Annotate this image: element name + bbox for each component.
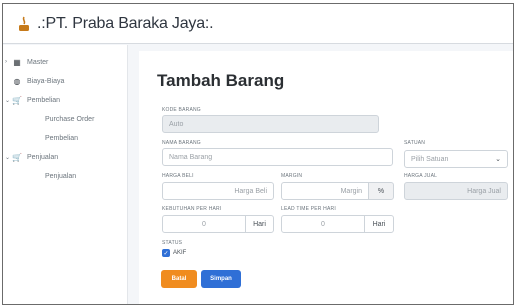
margin-input[interactable]: Margin <box>281 182 369 200</box>
satuan-selected-value: Pilih Satuan <box>411 155 449 163</box>
lead-time-input[interactable]: 0 <box>281 215 365 233</box>
sidebar-item-label: Master <box>27 58 49 66</box>
nama-barang-input[interactable]: Nama Barang <box>162 148 393 166</box>
percent-addon: % <box>368 182 394 200</box>
sidebar-item-label: Penjualan <box>27 153 59 161</box>
form-card: Tambah Barang KODE BARANG Auto NAMA BARA… <box>139 51 513 304</box>
status-checkbox[interactable]: ✓ AKIF <box>162 249 186 257</box>
sidebar-item-pembelian[interactable]: ⌄ 🛒 Pembelian <box>3 93 127 107</box>
satuan-select[interactable]: Pilih Satuan ⌄ <box>404 150 508 168</box>
brand-title: .:PT. Praba Baraka Jaya:. <box>37 14 214 32</box>
checkmark-icon: ✓ <box>162 249 170 257</box>
cart-icon: 🛒 <box>12 95 22 105</box>
main-content: Tambah Barang KODE BARANG Auto NAMA BARA… <box>129 45 513 304</box>
top-bar: .:PT. Praba Baraka Jaya:. <box>3 4 513 44</box>
sidebar: › ▦ Master ◍ Biaya-Biaya ⌄ 🛒 Pembelian P… <box>3 45 128 304</box>
sidebar-item-master[interactable]: › ▦ Master <box>3 55 127 69</box>
save-button[interactable]: Simpan <box>201 270 241 288</box>
sidebar-item-penjualan[interactable]: ⌄ 🛒 Penjualan <box>3 150 127 164</box>
lead-time-label: LEAD TIME PER HARI <box>281 206 336 212</box>
kebutuhan-label: KEBUTUHAN PER HARI <box>162 206 222 212</box>
brand-logo-icon <box>17 15 31 33</box>
grid-icon: ▦ <box>13 57 21 67</box>
chevron-down-icon: ⌄ <box>495 156 501 163</box>
app-window: .:PT. Praba Baraka Jaya:. › ▦ Master ◍ B… <box>2 3 514 305</box>
sidebar-subitem-penjualan[interactable]: Penjualan <box>3 169 127 183</box>
kode-barang-label: KODE BARANG <box>162 107 201 113</box>
coins-icon: ◍ <box>13 76 21 86</box>
kebutuhan-hari-addon: Hari <box>245 215 274 233</box>
sidebar-item-label: Pembelian <box>27 96 61 104</box>
harga-beli-input[interactable]: Harga Beli <box>162 182 274 200</box>
harga-jual-label: HARGA JUAL <box>404 173 438 179</box>
kebutuhan-input[interactable]: 0 <box>162 215 246 233</box>
sidebar-item-label: Biaya-Biaya <box>27 77 65 85</box>
sidebar-subitem-pembelian[interactable]: Pembelian <box>3 131 127 145</box>
kode-barang-field: Auto <box>162 115 379 133</box>
cart-icon: 🛒 <box>12 152 22 162</box>
sidebar-subitem-purchase-order[interactable]: Purchase Order <box>3 112 127 126</box>
status-checkbox-label: AKIF <box>173 250 187 256</box>
harga-beli-label: HARGA BELI <box>162 173 194 179</box>
page-title: Tambah Barang <box>157 71 285 90</box>
harga-jual-field: Harga Jual <box>404 182 508 200</box>
margin-label: MARGIN <box>281 173 303 179</box>
cancel-button[interactable]: Batal <box>161 270 197 288</box>
sidebar-item-biaya[interactable]: ◍ Biaya-Biaya <box>3 74 127 88</box>
lead-time-hari-addon: Hari <box>364 215 394 233</box>
satuan-label: SATUAN <box>404 140 426 146</box>
nama-barang-label: NAMA BARANG <box>162 140 201 146</box>
status-label: STATUS <box>162 240 183 246</box>
